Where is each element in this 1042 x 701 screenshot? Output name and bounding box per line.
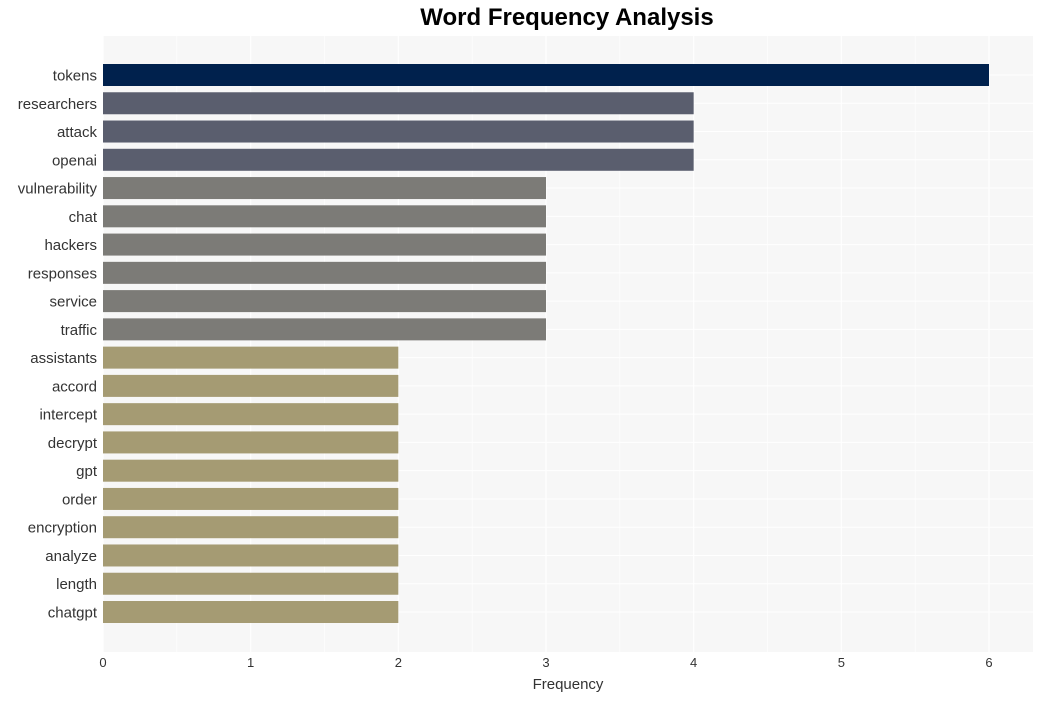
- bar-chart: tokens researchers attack openai vulnerabili…: [18, 36, 1033, 693]
- bar-encryption: [103, 516, 399, 539]
- bar-tokens: [103, 64, 989, 86]
- bar-traffic: [103, 318, 546, 341]
- y-tick-label: intercept: [39, 407, 97, 424]
- x-tick-label: 4: [690, 655, 697, 670]
- x-tick-label: 5: [838, 655, 845, 670]
- bar-chatgpt: [103, 601, 399, 623]
- y-tick-label: chatgpt: [48, 605, 98, 622]
- bar-researchers: [103, 92, 694, 115]
- y-tick-label: encryption: [28, 520, 97, 537]
- y-tick-label: gpt: [76, 463, 98, 480]
- bar-hackers: [103, 233, 546, 256]
- y-tick-label: accord: [52, 378, 97, 395]
- bar-chat: [103, 205, 546, 228]
- bar-service: [103, 290, 546, 313]
- x-tick-label: 3: [542, 655, 549, 670]
- bar-length: [103, 572, 399, 595]
- bar-accord: [103, 374, 399, 397]
- y-tick-label: traffic: [61, 322, 98, 339]
- y-tick-label: responses: [28, 265, 97, 282]
- bar-attack: [103, 120, 694, 143]
- bar-vulnerability: [103, 177, 546, 200]
- y-tick-label: vulnerability: [18, 181, 98, 198]
- x-tick-label: 1: [247, 655, 254, 670]
- bar-order: [103, 487, 399, 510]
- x-tick-label: 0: [99, 655, 106, 670]
- bar-analyze: [103, 544, 399, 567]
- x-tick-label: 6: [985, 655, 992, 670]
- bar-responses: [103, 261, 546, 284]
- y-tick-label: tokens: [53, 68, 97, 85]
- y-tick-label: order: [62, 491, 97, 508]
- x-axis-label: Frequency: [533, 676, 604, 693]
- y-tick-label: decrypt: [48, 435, 98, 452]
- y-tick-label: assistants: [30, 350, 97, 367]
- bar-gpt: [103, 459, 399, 482]
- y-tick-labels: tokens researchers attack openai vulnerabili…: [18, 68, 98, 622]
- bar-intercept: [103, 403, 399, 426]
- y-tick-label: openai: [52, 152, 97, 169]
- bar-assistants: [103, 346, 399, 369]
- x-tick-label: 2: [395, 655, 402, 670]
- y-tick-label: attack: [57, 124, 98, 141]
- x-tick-labels: 0 1 2 3 4 5 6: [99, 655, 992, 670]
- bar-openai: [103, 148, 694, 171]
- y-tick-label: analyze: [45, 548, 97, 565]
- y-tick-label: researchers: [18, 96, 97, 113]
- y-tick-label: hackers: [44, 237, 97, 254]
- y-tick-label: length: [56, 576, 97, 593]
- bar-decrypt: [103, 431, 399, 454]
- y-tick-label: chat: [69, 209, 98, 226]
- y-tick-label: service: [49, 294, 97, 311]
